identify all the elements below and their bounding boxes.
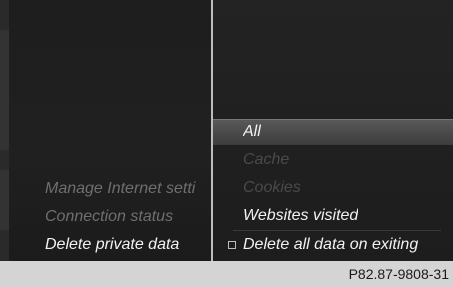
menu-item-delete-private-data[interactable]: Delete private data xyxy=(45,236,210,254)
menu-item-connection-status[interactable]: Connection status xyxy=(45,208,210,226)
option-cache[interactable]: Cache xyxy=(243,151,289,169)
option-websites-visited[interactable]: Websites visited xyxy=(243,207,358,225)
separator xyxy=(233,230,441,231)
rail-segment xyxy=(0,30,9,150)
menu-item-manage-internet-settings[interactable]: Manage Internet setti xyxy=(45,180,210,198)
option-delete-all-data-on-exiting[interactable]: Delete all data on exiting xyxy=(243,236,418,254)
checkbox-icon[interactable] xyxy=(228,241,236,249)
left-panel: Manage Internet setti Connection status … xyxy=(0,0,212,261)
left-rail xyxy=(0,0,9,261)
option-cookies[interactable]: Cookies xyxy=(243,179,301,197)
figure-code: P82.87-9808-31 xyxy=(348,266,449,282)
option-all[interactable]: All xyxy=(243,123,261,141)
rail-segment xyxy=(0,170,9,230)
right-panel: All Cache Cookies Websites visited Delet… xyxy=(213,0,453,261)
screen: Manage Internet setti Connection status … xyxy=(0,0,453,261)
